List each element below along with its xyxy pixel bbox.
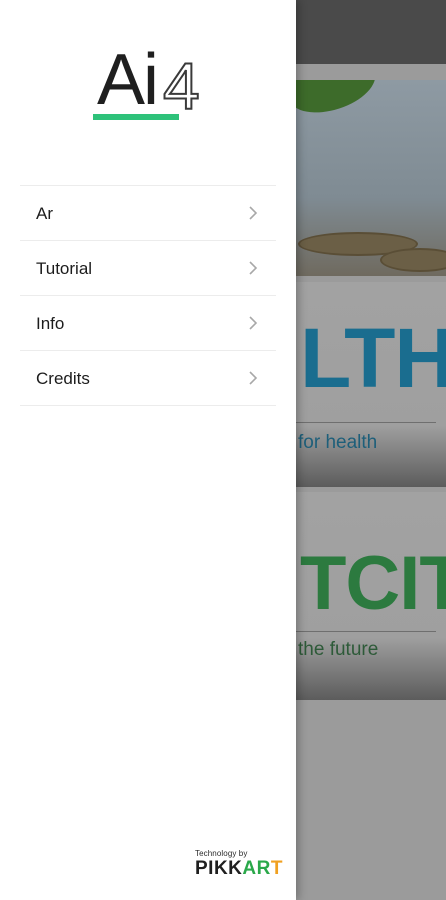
card-headline: LTH — [300, 311, 446, 405]
powered-by-credit: Technology by PIKKART — [195, 849, 282, 879]
logo-text: Ai — [97, 40, 159, 120]
card-tagline: for health — [298, 432, 378, 453]
card-divider — [296, 631, 436, 632]
menu-item-tutorial[interactable]: Tutorial — [20, 241, 276, 296]
menu-item-label: Info — [36, 314, 65, 333]
logo-number: 4 — [162, 49, 201, 123]
menu-item-info[interactable]: Info — [20, 296, 276, 351]
pikkart-logo: PIKKART — [195, 858, 282, 879]
menu-item-label: Ar — [36, 204, 53, 223]
card-tagline: the future — [298, 639, 379, 660]
drawer-menu: Ar Tutorial Info Credits — [20, 185, 276, 406]
logo-underline — [93, 114, 179, 120]
brand-part: PIKK — [195, 858, 243, 879]
brand-part: T — [270, 858, 283, 879]
navigation-drawer: Ai 4 Ar Tutorial Info Credits Technology… — [0, 0, 296, 900]
brand-part: AR — [242, 858, 271, 879]
credit-caption: Technology by — [195, 849, 248, 858]
menu-item-credits[interactable]: Credits — [20, 351, 276, 406]
chevron-right-icon — [246, 260, 260, 276]
chevron-right-icon — [246, 370, 260, 386]
coin-graphic — [380, 248, 446, 272]
card-divider — [296, 422, 436, 423]
menu-item-label: Tutorial — [36, 259, 93, 278]
chevron-right-icon — [246, 205, 260, 221]
menu-item-ar[interactable]: Ar — [20, 186, 276, 241]
app-logo: Ai 4 — [93, 44, 205, 126]
chevron-right-icon — [246, 315, 260, 331]
card-headline: TCITY — [300, 541, 446, 626]
menu-item-label: Credits — [36, 369, 90, 388]
